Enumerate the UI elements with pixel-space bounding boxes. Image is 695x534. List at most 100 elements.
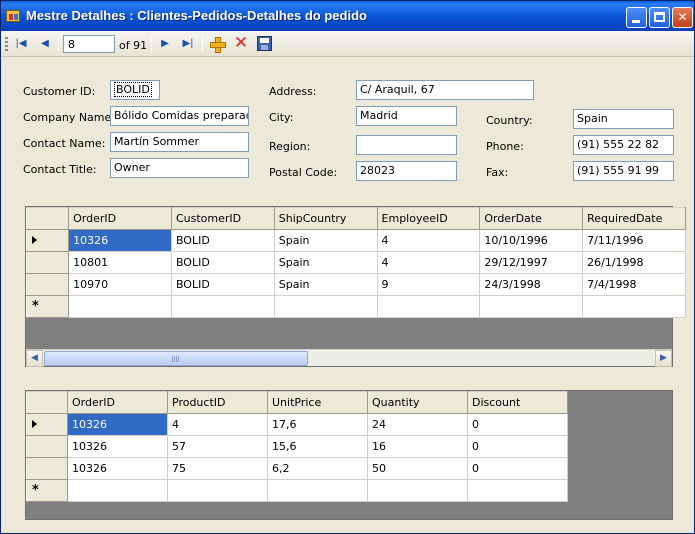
row-header[interactable]: [26, 435, 68, 458]
table-cell[interactable]: 7/11/1996: [582, 229, 686, 252]
city-field[interactable]: Madrid: [356, 106, 457, 126]
new-row[interactable]: *: [26, 479, 568, 502]
maximize-button[interactable]: [649, 7, 670, 28]
table-cell[interactable]: 16: [367, 435, 468, 458]
table-cell[interactable]: 10326: [67, 457, 168, 480]
toolstrip-grip[interactable]: [5, 37, 8, 52]
orders-column-header[interactable]: OrderDate: [479, 207, 584, 230]
table-row[interactable]: 10326 75 6,2 50 0: [26, 457, 568, 480]
order-details-grid[interactable]: OrderID ProductID UnitPrice Quantity Dis…: [25, 390, 673, 520]
row-header[interactable]: [26, 413, 68, 436]
country-field[interactable]: Spain: [573, 109, 674, 129]
postal-code-field[interactable]: 28023: [356, 161, 457, 181]
save-icon[interactable]: [257, 36, 272, 51]
table-cell[interactable]: 4: [376, 229, 481, 252]
row-header[interactable]: [26, 457, 68, 480]
details-column-header[interactable]: Quantity: [367, 391, 468, 414]
fax-field[interactable]: (91) 555 91 99: [573, 161, 674, 181]
row-header[interactable]: [25, 273, 70, 296]
table-row[interactable]: 10801 BOLID Spain 4 29/12/1997 26/1/1998: [25, 251, 686, 274]
table-cell[interactable]: 26/1/1998: [582, 251, 686, 274]
app-form-icon[interactable]: [6, 10, 20, 22]
table-cell[interactable]: 10326: [67, 435, 168, 458]
table-cell[interactable]: [479, 295, 584, 318]
scroll-right-button[interactable]: ▶: [655, 350, 672, 367]
details-column-header[interactable]: ProductID: [167, 391, 268, 414]
table-cell[interactable]: [67, 479, 168, 502]
table-cell[interactable]: 24/3/1998: [479, 273, 584, 296]
table-cell[interactable]: 29/12/1997: [479, 251, 584, 274]
table-cell[interactable]: 10/10/1996: [479, 229, 584, 252]
scroll-thumb[interactable]: [44, 351, 308, 366]
table-cell[interactable]: 0: [467, 457, 568, 480]
table-row[interactable]: 10326 57 15,6 16 0: [26, 435, 568, 458]
table-cell[interactable]: 4: [376, 251, 481, 274]
new-row-header[interactable]: *: [26, 479, 68, 502]
add-new-icon[interactable]: [209, 36, 226, 53]
table-cell[interactable]: [267, 479, 368, 502]
table-cell[interactable]: 24: [367, 413, 468, 436]
table-cell[interactable]: [582, 295, 686, 318]
orders-column-header[interactable]: RequiredDate: [582, 207, 686, 230]
move-next-button[interactable]: ▶: [157, 36, 173, 52]
table-cell[interactable]: [376, 295, 481, 318]
region-field[interactable]: [356, 135, 457, 155]
table-cell[interactable]: BOLID: [170, 273, 275, 296]
title-bar[interactable]: Mestre Detalhes : Clientes-Pedidos-Detal…: [1, 1, 694, 31]
contact-name-field[interactable]: Martín Sommer: [110, 132, 249, 152]
close-button[interactable]: ✕: [672, 7, 693, 28]
table-cell[interactable]: 10326: [67, 413, 168, 436]
orders-corner-header[interactable]: [25, 207, 70, 230]
table-cell[interactable]: 50: [367, 457, 468, 480]
table-cell[interactable]: 7/4/1998: [582, 273, 686, 296]
details-corner-header[interactable]: [26, 391, 68, 414]
orders-column-header[interactable]: OrderID: [68, 207, 172, 230]
new-row[interactable]: *: [25, 295, 686, 318]
table-cell[interactable]: 10970: [68, 273, 172, 296]
table-cell[interactable]: 4: [167, 413, 268, 436]
orders-grid[interactable]: OrderID CustomerID ShipCountry EmployeeI…: [25, 206, 686, 367]
table-cell[interactable]: [367, 479, 468, 502]
table-cell[interactable]: [170, 295, 275, 318]
row-header[interactable]: [25, 229, 70, 252]
table-cell[interactable]: [68, 295, 172, 318]
table-row[interactable]: 10326 BOLID Spain 4 10/10/1996 7/11/1996: [25, 229, 686, 252]
details-column-header[interactable]: UnitPrice: [267, 391, 368, 414]
table-cell[interactable]: 6,2: [267, 457, 368, 480]
orders-horizontal-scrollbar[interactable]: ◀ ▶: [26, 349, 672, 367]
table-cell[interactable]: 0: [467, 435, 568, 458]
table-cell[interactable]: 75: [167, 457, 268, 480]
table-cell[interactable]: 0: [467, 413, 568, 436]
customer-id-field[interactable]: BOLID: [110, 80, 160, 100]
minimize-button[interactable]: [626, 7, 647, 28]
delete-icon[interactable]: ✕: [233, 34, 249, 52]
table-cell[interactable]: BOLID: [170, 229, 275, 252]
table-cell[interactable]: 10801: [68, 251, 172, 274]
table-cell[interactable]: Spain: [273, 229, 378, 252]
move-previous-button[interactable]: ◀: [37, 36, 53, 52]
table-cell[interactable]: [167, 479, 268, 502]
table-cell[interactable]: 15,6: [267, 435, 368, 458]
table-row[interactable]: 10326 4 17,6 24 0: [26, 413, 568, 436]
table-cell[interactable]: 17,6: [267, 413, 368, 436]
company-name-field[interactable]: Bólido Comidas preparadas: [110, 106, 249, 126]
scroll-left-button[interactable]: ◀: [26, 350, 43, 367]
details-column-header[interactable]: Discount: [467, 391, 568, 414]
table-cell[interactable]: [467, 479, 568, 502]
new-row-header[interactable]: *: [25, 295, 70, 318]
move-last-button[interactable]: ▶|: [180, 36, 196, 52]
orders-column-header[interactable]: CustomerID: [170, 207, 275, 230]
position-input[interactable]: [63, 35, 115, 53]
orders-column-header[interactable]: EmployeeID: [376, 207, 481, 230]
orders-column-header[interactable]: ShipCountry: [273, 207, 378, 230]
table-cell[interactable]: Spain: [273, 273, 378, 296]
address-field[interactable]: C/ Araquil, 67: [356, 80, 534, 100]
table-cell[interactable]: 57: [167, 435, 268, 458]
contact-title-field[interactable]: Owner: [110, 158, 249, 178]
table-row[interactable]: 10970 BOLID Spain 9 24/3/1998 7/4/1998: [25, 273, 686, 296]
table-cell[interactable]: 9: [376, 273, 481, 296]
details-column-header[interactable]: OrderID: [67, 391, 168, 414]
phone-field[interactable]: (91) 555 22 82: [573, 135, 674, 155]
move-first-button[interactable]: |◀: [13, 36, 29, 52]
table-cell[interactable]: [273, 295, 378, 318]
